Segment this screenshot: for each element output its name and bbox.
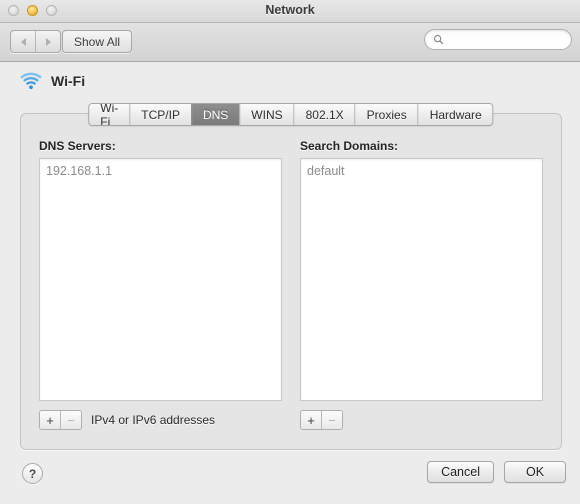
service-header: Wi-Fi xyxy=(20,72,85,90)
dns-servers-column: DNS Servers: 192.168.1.1 + − IPv4 or IPv… xyxy=(39,139,282,430)
search-field[interactable] xyxy=(424,29,572,50)
search-domains-list[interactable]: default xyxy=(300,158,543,401)
dns-servers-hint: IPv4 or IPv6 addresses xyxy=(91,413,216,427)
network-preferences-window: Network Show All Wi-Fi Wi-Fi TCP/IP DNS … xyxy=(0,0,580,504)
show-all-label: Show All xyxy=(74,34,121,49)
dns-servers-stepper-row: + − IPv4 or IPv6 addresses xyxy=(39,410,282,430)
dns-servers-list[interactable]: 192.168.1.1 xyxy=(39,158,282,401)
search-domains-stepper: + − xyxy=(300,410,343,430)
tab-dns[interactable]: DNS xyxy=(190,104,240,125)
window-title: Network xyxy=(265,3,315,17)
dns-servers-label: DNS Servers: xyxy=(39,139,116,153)
tab-bar: Wi-Fi TCP/IP DNS WINS 802.1X Proxies Har… xyxy=(88,103,494,126)
dns-columns: DNS Servers: 192.168.1.1 + − IPv4 or IPv… xyxy=(21,139,561,430)
tab-label: WINS xyxy=(251,107,283,122)
chevron-left-icon xyxy=(20,37,26,46)
help-button[interactable]: ? xyxy=(22,463,43,484)
minus-icon: − xyxy=(67,412,75,428)
show-all-button[interactable]: Show All xyxy=(62,30,133,53)
question-mark-icon: ? xyxy=(28,466,37,481)
tab-wins[interactable]: WINS xyxy=(239,104,294,125)
title-bar: Network xyxy=(0,0,580,23)
tab-8021x[interactable]: 802.1X xyxy=(293,104,355,125)
list-item[interactable]: default xyxy=(307,163,536,180)
search-domains-stepper-row: + − xyxy=(300,410,543,430)
search-input[interactable] xyxy=(449,32,563,47)
tab-panel: Wi-Fi TCP/IP DNS WINS 802.1X Proxies Har… xyxy=(20,103,562,450)
add-dns-server-button[interactable]: + xyxy=(40,411,60,429)
back-button[interactable] xyxy=(11,31,35,52)
chevron-right-icon xyxy=(45,37,51,46)
search-domains-column: Search Domains: default + − xyxy=(300,139,543,430)
tab-label: Hardware xyxy=(429,107,482,122)
add-search-domain-button[interactable]: + xyxy=(301,411,321,429)
service-name: Wi-Fi xyxy=(51,73,86,89)
list-item[interactable]: 192.168.1.1 xyxy=(46,163,275,180)
dns-servers-stepper: + − xyxy=(39,410,82,430)
remove-dns-server-button[interactable]: − xyxy=(60,411,81,429)
forward-button[interactable] xyxy=(35,31,60,52)
tab-label: Wi-Fi xyxy=(100,103,119,126)
plus-icon: + xyxy=(46,412,54,428)
tab-label: Proxies xyxy=(366,107,407,122)
search-icon xyxy=(433,34,444,45)
tab-label: 802.1X xyxy=(305,107,344,122)
footer: ? Cancel OK xyxy=(0,453,580,504)
ok-label: OK xyxy=(525,465,545,479)
cancel-label: Cancel xyxy=(441,465,480,479)
tab-proxies[interactable]: Proxies xyxy=(354,104,418,125)
tab-tcpip[interactable]: TCP/IP xyxy=(129,104,191,125)
wifi-icon xyxy=(20,72,42,90)
navigation-buttons xyxy=(10,30,61,53)
tab-hardware[interactable]: Hardware xyxy=(417,104,493,125)
tab-wifi[interactable]: Wi-Fi xyxy=(89,103,130,126)
remove-search-domain-button[interactable]: − xyxy=(321,411,342,429)
tab-label: TCP/IP xyxy=(141,107,180,122)
content-area: Wi-Fi Wi-Fi TCP/IP DNS WINS 802.1X Proxi… xyxy=(0,62,580,504)
cancel-button[interactable]: Cancel xyxy=(427,461,494,483)
minus-icon: − xyxy=(328,412,336,428)
toolbar: Show All xyxy=(0,23,580,62)
search-domains-label: Search Domains: xyxy=(300,139,399,153)
plus-icon: + xyxy=(307,412,315,428)
tab-label: DNS xyxy=(202,107,229,122)
footer-buttons: Cancel OK xyxy=(427,461,566,483)
ok-button[interactable]: OK xyxy=(504,461,566,483)
